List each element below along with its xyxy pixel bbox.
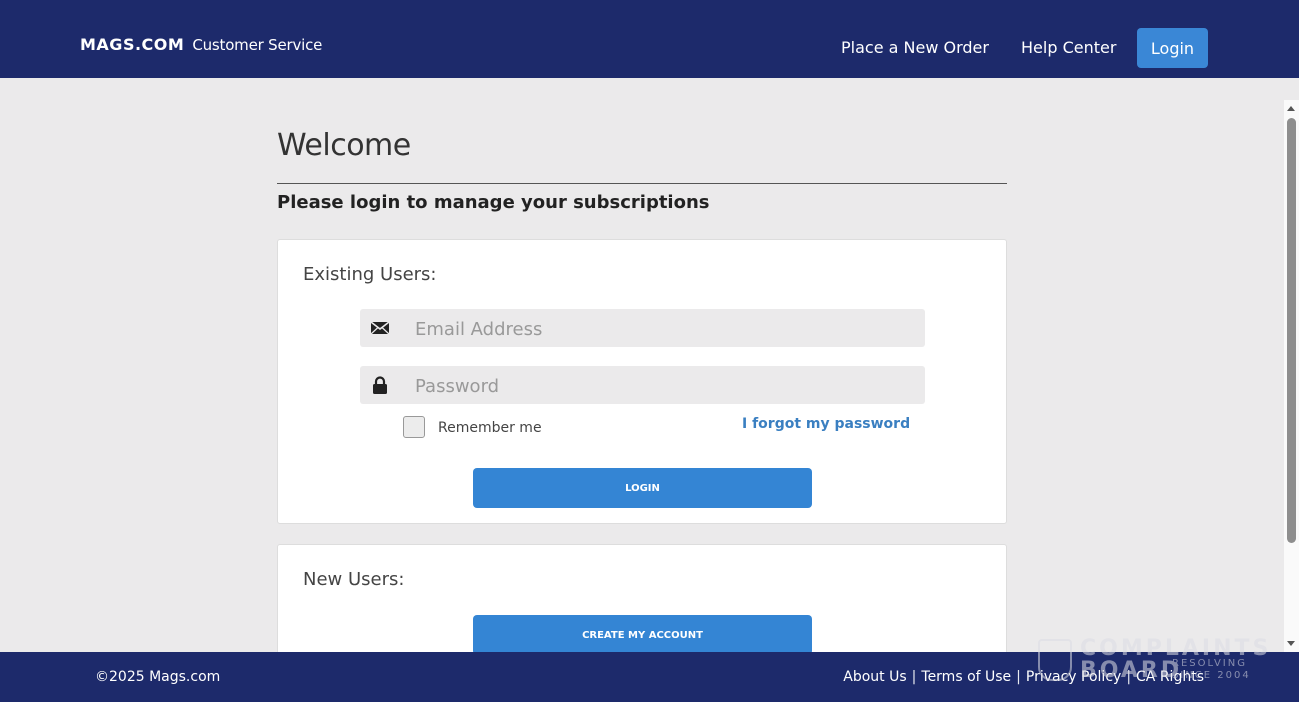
- forgot-password-link[interactable]: I forgot my password: [742, 416, 910, 432]
- remember-me-checkbox[interactable]: [403, 416, 425, 438]
- top-navbar: MAGS.COM Customer Service Place a New Or…: [0, 0, 1299, 78]
- password-input[interactable]: [413, 366, 917, 406]
- remember-me-label[interactable]: Remember me: [438, 420, 542, 436]
- footer-separator: |: [911, 669, 917, 685]
- footer-link-ca-rights[interactable]: CA Rights: [1136, 669, 1204, 685]
- email-field[interactable]: [360, 309, 925, 349]
- brand-logo[interactable]: MAGS.COM Customer Service: [80, 35, 322, 54]
- footer-link-terms-of-use[interactable]: Terms of Use: [921, 669, 1011, 685]
- footer-link-about-us[interactable]: About Us: [843, 669, 906, 685]
- footer-separator: |: [1016, 669, 1021, 685]
- new-users-heading: New Users:: [303, 569, 405, 590]
- nav-help-center[interactable]: Help Center: [1021, 38, 1116, 57]
- envelope-icon: [370, 318, 390, 338]
- existing-users-heading: Existing Users:: [303, 264, 437, 285]
- email-input[interactable]: [413, 309, 917, 349]
- page-subtitle: Please login to manage your subscription…: [277, 192, 710, 213]
- password-field[interactable]: [360, 366, 925, 406]
- footer-link-privacy-policy[interactable]: Privacy Policy: [1026, 669, 1121, 685]
- logo-text: MAGS.COM: [80, 35, 185, 54]
- scroll-down-arrow-icon[interactable]: [1287, 641, 1295, 646]
- nav-login-button[interactable]: Login: [1137, 28, 1208, 68]
- page-scrollbar[interactable]: [1284, 100, 1299, 652]
- title-divider: [277, 183, 1007, 184]
- page-footer: ©2025 Mags.com About Us | Terms of Use |…: [0, 652, 1299, 702]
- scroll-up-arrow-icon[interactable]: [1287, 106, 1295, 111]
- footer-separator: |: [1126, 669, 1132, 685]
- nav-place-new-order[interactable]: Place a New Order: [841, 38, 989, 57]
- create-account-button[interactable]: CREATE MY ACCOUNT: [473, 615, 812, 655]
- page-title: Welcome: [277, 128, 411, 163]
- existing-users-panel: Existing Users: Remember me I forgot my …: [277, 239, 1007, 524]
- footer-copyright: ©2025 Mags.com: [95, 669, 221, 685]
- logo-subtitle: Customer Service: [192, 36, 323, 54]
- footer-links: About Us | Terms of Use | Privacy Policy…: [843, 669, 1204, 685]
- lock-icon: [370, 375, 390, 395]
- login-submit-button[interactable]: LOGIN: [473, 468, 812, 508]
- scrollbar-thumb[interactable]: [1287, 118, 1296, 543]
